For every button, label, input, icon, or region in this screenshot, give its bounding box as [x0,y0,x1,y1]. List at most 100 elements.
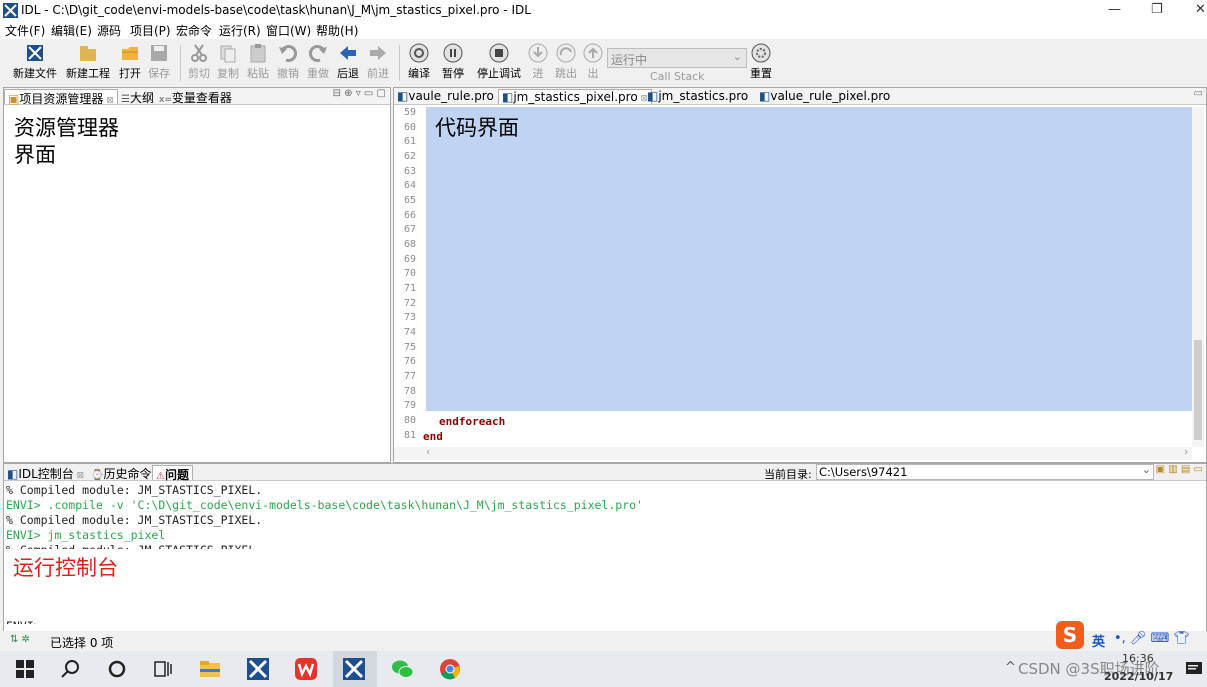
console-toolbar-icons[interactable]: ▣ ▥ ▤ ▭ [1156,464,1203,475]
pro-file-icon: ◧ [397,89,409,103]
code-selection-area[interactable]: 代码界面 [426,107,1192,411]
tab-outline[interactable]: ☰大纲 [118,89,157,105]
horizontal-scrollbar[interactable]: ‹ › [394,445,1192,460]
code-line[interactable]: end [423,430,443,443]
clock-date[interactable]: 2022/10/17 [1104,670,1173,683]
file-explorer-icon[interactable] [197,657,223,681]
close-button[interactable]: ✕ [1195,2,1206,17]
stop-debug-button[interactable]: 停止调试 [475,43,523,81]
tab-idl-console[interactable]: ◧IDL控制台 ⊠ [4,465,87,481]
search-icon[interactable] [58,657,84,681]
save-button[interactable]: 保存 [146,43,172,81]
cortana-icon[interactable] [104,657,130,681]
line-number: 75 [403,342,416,353]
menu-edit[interactable]: 编辑(E) [51,22,92,39]
console-tabs: ◧IDL控制台 ⊠ ⌚历史命令 ⚠问题 当前目录: C:\Users\97421… [4,463,1206,482]
new-file-button[interactable]: 新建文件 [11,43,59,81]
tab-variable-watch[interactable]: x=变量查看器 [156,89,235,105]
tab-label: jm_stastics_pixel.pro [513,90,638,104]
line-number: 66 [403,210,416,221]
idl-app-icon[interactable] [341,657,367,681]
menu-source[interactable]: 源码 [97,22,121,39]
paste-button[interactable]: 粘贴 [245,43,271,81]
step-over-button[interactable]: 跳出 [554,43,578,81]
tab-vaule-rule[interactable]: ◧vaule_rule.pro [394,89,497,103]
pause-button[interactable]: 暂停 [439,43,467,81]
call-stack-label: Call Stack [650,70,705,83]
chevron-right-icon[interactable]: › [1184,445,1188,458]
ime-language[interactable]: 英 [1092,631,1105,650]
tab-label: 历史命令 [103,467,152,481]
task-view-icon[interactable] [150,657,176,681]
line-number: 62 [403,151,416,162]
menu-help[interactable]: 帮助(H) [316,22,358,39]
line-number: 73 [403,312,416,323]
console-annotation: 运行控制台 [13,556,118,580]
back-button[interactable]: 后退 [335,43,361,81]
notification-icon[interactable] [1185,661,1203,677]
project-explorer-pane: ▣项目资源管理器 ⊠ ☰大纲 x=变量查看器 ⊟ ⊕ ▿ ▭ ▢ 资源管理器 界… [3,87,391,463]
menu-window[interactable]: 窗口(W) [266,22,311,39]
pane-controls-icon[interactable]: ⊟ ⊕ ▿ ▭ ▢ [333,88,386,99]
menu-project[interactable]: 项目(P) [130,22,171,39]
tray-prefix[interactable]: ^ [1005,660,1016,675]
menu-file[interactable]: 文件(F) [5,22,45,39]
restore-button[interactable]: ❐ [1151,2,1163,17]
wechat-app-icon[interactable] [389,657,415,681]
minimize-button[interactable]: — [1108,2,1121,17]
outline-icon: ☰ [121,94,130,105]
scrollbar-thumb[interactable] [1194,340,1202,440]
line-number: 64 [403,180,416,191]
tab-value-rule-pixel[interactable]: ◧value_rule_pixel.pro [756,89,893,103]
redo-button[interactable]: 重做 [305,43,331,81]
wps-app-icon[interactable] [293,657,319,681]
tab-history[interactable]: ⌚历史命令 [88,465,154,481]
pause-label: 暂停 [442,67,464,80]
ime-logo-icon[interactable]: S [1056,621,1084,649]
chrome-app-icon[interactable] [437,657,463,681]
history-icon: ⌚ [91,470,104,481]
tab-project-explorer[interactable]: ▣项目资源管理器 ⊠ [4,89,118,106]
tab-label: 问题 [164,468,189,482]
copy-button[interactable]: 复制 [215,43,241,81]
tab-problems[interactable]: ⚠问题 [152,465,193,482]
undo-button[interactable]: 撤销 [275,43,301,81]
title-bar: IDL - C:\D\git_code\envi-models-base\cod… [0,0,1207,21]
line-number: 74 [403,327,416,338]
step-out-button[interactable]: 出 [583,43,603,81]
compile-button[interactable]: 编译 [405,43,433,81]
console-icon: ◧ [7,467,19,481]
close-icon[interactable]: ⊠ [74,471,85,481]
tab-label: value_rule_pixel.pro [770,89,891,103]
line-number: 77 [403,371,416,382]
run-state-select[interactable]: 运行中 ⌄ [607,48,747,68]
current-dir-select[interactable]: C:\Users\97421 ⌄ [816,463,1154,480]
code-editor-pane: ◧vaule_rule.pro ◧jm_stastics_pixel.pro ⊠… [393,87,1207,463]
forward-button[interactable]: 前进 [365,43,391,81]
cut-button[interactable]: 剪切 [186,43,212,81]
annotation-line: 界面 [14,143,56,167]
redo-icon [308,44,327,62]
tab-jm-stastics-pixel[interactable]: ◧jm_stastics_pixel.pro ⊠ [498,89,653,104]
ime-toolbar-icons[interactable]: •, 🎤︎ ⌨︎ 👕︎ [1114,631,1190,646]
stop-debug-label: 停止调试 [477,67,521,80]
new-project-button[interactable]: 新建工程 [64,43,112,81]
windows-start-icon[interactable] [12,657,38,681]
chevron-left-icon[interactable]: ‹ [426,445,430,458]
step-into-icon [528,43,548,63]
close-icon[interactable]: ⊠ [103,96,114,106]
step-into-button[interactable]: 进 [528,43,548,81]
envi-app-icon[interactable] [245,657,271,681]
tab-jm-stastics[interactable]: ◧jm_stastics.pro [644,89,751,103]
vertical-scrollbar[interactable] [1192,107,1204,447]
code-line[interactable]: endforeach [439,415,505,428]
reset-icon [751,43,771,63]
menu-macros[interactable]: 宏命令 [176,22,212,39]
console-prompt[interactable]: ENVI> [6,619,41,624]
menu-run[interactable]: 运行(R) [219,22,261,39]
chevron-down-icon: ⌄ [1141,463,1151,476]
open-button[interactable]: 打开 [117,43,143,81]
clock-time[interactable]: 16:36 [1122,652,1154,665]
maximize-icon[interactable]: ▭ [1194,88,1203,99]
reset-button[interactable]: 重置 [748,43,774,81]
